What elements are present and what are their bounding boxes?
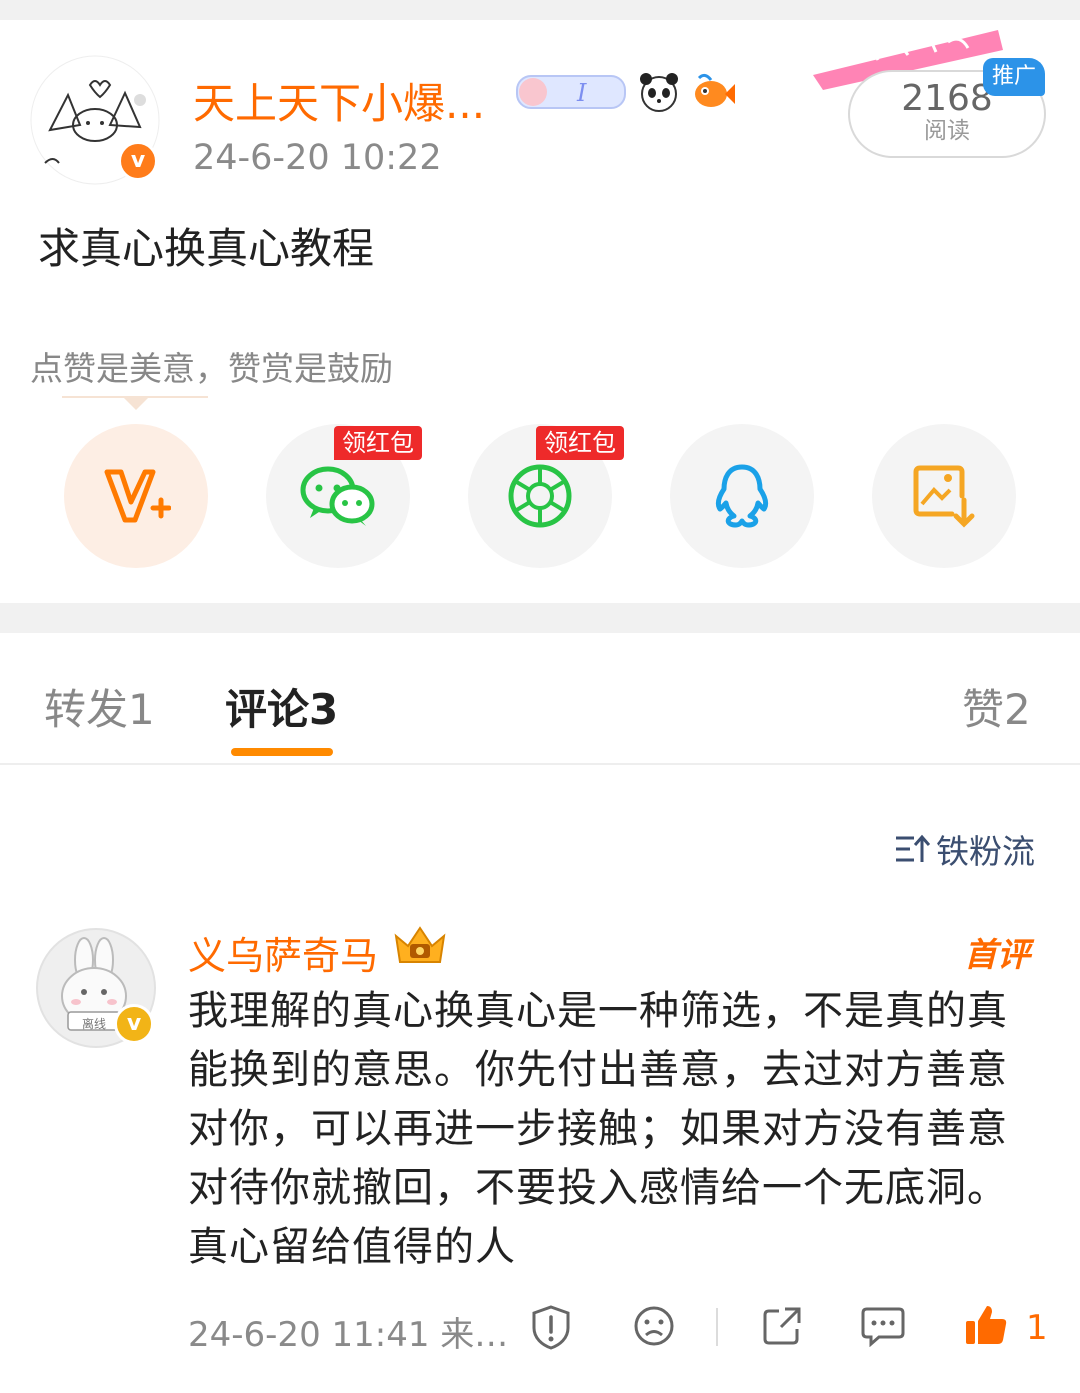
like-icon[interactable] <box>963 1302 1009 1348</box>
v-plus-icon <box>104 469 171 523</box>
panda-icon <box>640 73 678 112</box>
author-badges[interactable]: I <box>515 70 735 114</box>
report-icon[interactable] <box>530 1304 572 1350</box>
verified-badge-icon: v <box>118 141 158 181</box>
wechat-icon <box>300 466 375 526</box>
moments-icon <box>508 464 572 528</box>
share-qq-button[interactable] <box>670 424 814 568</box>
dislike-icon[interactable] <box>633 1305 675 1347</box>
section-gap <box>0 603 1080 633</box>
comment-text: 我理解的真心换真心是一种筛选，不是真的真能换到的意思。你先付出善意，去过对方善意… <box>188 988 1008 1270</box>
svg-text:I: I <box>576 79 587 107</box>
top-gap <box>0 0 1080 20</box>
save-image-button[interactable] <box>872 424 1016 568</box>
share-icon[interactable] <box>761 1305 803 1347</box>
red-packet-tag: 领红包 <box>536 426 624 460</box>
red-packet-tag: 领红包 <box>334 426 422 460</box>
sort-icon <box>896 834 930 862</box>
comment-icon[interactable] <box>861 1305 905 1347</box>
sort-button[interactable]: 铁粉流 <box>894 825 1035 873</box>
hint-caret <box>122 396 150 410</box>
commenter-verified-icon: v <box>114 1004 154 1044</box>
sort-label: 铁粉流 <box>936 832 1035 871</box>
read-label: 阅读 <box>924 118 970 144</box>
praise-hint: 点赞是美意，赞赏是鼓励 <box>30 349 393 388</box>
author-name[interactable]: 天上天下小爆... <box>193 70 485 131</box>
like-count: 1 <box>1026 1308 1048 1348</box>
comment-time: 24-6-20 11:41 来… <box>188 1315 509 1355</box>
post-time: 24-6-20 10:22 <box>193 138 442 178</box>
first-comment-badge: 首评 <box>964 935 1030 974</box>
post-content: 求真心换真心教程 <box>38 224 375 273</box>
tabs-divider <box>0 763 1080 765</box>
fish-icon <box>695 73 735 107</box>
action-separator <box>716 1308 718 1346</box>
tab-active-indicator <box>231 748 333 756</box>
crown-badge-icon <box>394 926 446 963</box>
save-image-icon <box>913 465 975 528</box>
avatar-tag: 离线 <box>82 1017 107 1031</box>
tab-like[interactable]: 赞2 <box>962 676 1031 737</box>
author-avatar[interactable]: v <box>30 55 160 185</box>
commenter-name[interactable]: 义乌萨奇马 <box>188 925 378 980</box>
fan-badge-icon: I <box>516 75 626 109</box>
tab-repost[interactable]: 转发1 <box>44 676 155 737</box>
reward-button[interactable] <box>64 424 208 568</box>
promote-badge[interactable]: 推广 <box>983 58 1045 96</box>
commenter-avatar[interactable]: 离线 v <box>36 928 156 1048</box>
qq-icon <box>715 464 769 528</box>
tab-comment[interactable]: 评论3 <box>225 676 338 737</box>
